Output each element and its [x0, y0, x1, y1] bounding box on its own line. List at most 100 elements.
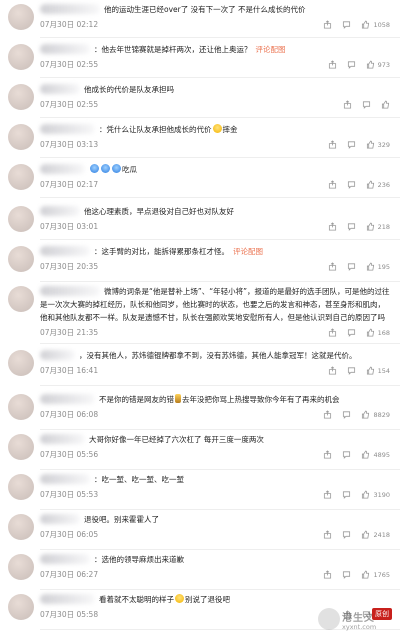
like-icon[interactable] [366, 180, 375, 189]
like-button[interactable]: 168 [366, 328, 390, 337]
like-button[interactable]: 236 [366, 180, 390, 189]
like-button[interactable]: 3190 [361, 490, 390, 499]
share-button[interactable] [343, 100, 352, 109]
comment-icon[interactable] [347, 222, 356, 231]
comment-icon[interactable] [347, 140, 356, 149]
avatar[interactable] [8, 434, 34, 460]
share-icon[interactable] [323, 490, 332, 499]
share-button[interactable] [323, 570, 332, 579]
like-icon[interactable] [361, 450, 370, 459]
avatar[interactable] [8, 44, 34, 70]
like-button[interactable]: 195 [366, 262, 390, 271]
comment-button[interactable] [347, 60, 356, 69]
like-button[interactable] [381, 100, 390, 109]
avatar[interactable] [8, 514, 34, 540]
comment-button[interactable] [347, 328, 356, 337]
comment-icon[interactable] [342, 410, 351, 419]
share-icon[interactable] [323, 530, 332, 539]
comment-button[interactable] [362, 100, 371, 109]
comment-icon[interactable] [347, 366, 356, 375]
like-button[interactable]: 329 [366, 140, 390, 149]
share-button[interactable] [328, 180, 337, 189]
comment-icon[interactable] [342, 450, 351, 459]
like-button[interactable]: 8829 [361, 410, 390, 419]
like-icon[interactable] [366, 60, 375, 69]
avatar[interactable] [8, 350, 34, 376]
share-button[interactable] [323, 410, 332, 419]
like-icon[interactable] [361, 410, 370, 419]
like-button[interactable]: 154 [366, 366, 390, 375]
avatar[interactable] [8, 4, 34, 30]
comment-button[interactable] [342, 450, 351, 459]
avatar[interactable] [8, 84, 34, 110]
comment-button[interactable] [347, 222, 356, 231]
avatar[interactable] [8, 164, 34, 190]
share-button[interactable] [328, 366, 337, 375]
share-icon[interactable] [323, 570, 332, 579]
comment-button[interactable] [342, 490, 351, 499]
avatar[interactable] [8, 286, 34, 312]
share-button[interactable] [328, 262, 337, 271]
share-button[interactable] [328, 60, 337, 69]
share-icon[interactable] [328, 328, 337, 337]
like-button[interactable]: 2418 [361, 530, 390, 539]
like-icon[interactable] [361, 570, 370, 579]
avatar[interactable] [8, 474, 34, 500]
comment-button[interactable] [347, 140, 356, 149]
like-button[interactable]: 1058 [361, 20, 390, 29]
share-icon[interactable] [323, 450, 332, 459]
like-icon[interactable] [366, 328, 375, 337]
share-button[interactable] [323, 450, 332, 459]
share-icon[interactable] [328, 180, 337, 189]
comment-button[interactable] [342, 20, 351, 29]
comment-icon[interactable] [347, 180, 356, 189]
share-icon[interactable] [323, 410, 332, 419]
comment-icon[interactable] [342, 570, 351, 579]
like-icon[interactable] [366, 366, 375, 375]
share-button[interactable] [323, 490, 332, 499]
share-button[interactable] [328, 222, 337, 231]
like-button[interactable]: 1765 [361, 570, 390, 579]
avatar[interactable] [8, 554, 34, 580]
like-icon[interactable] [361, 530, 370, 539]
avatar[interactable] [8, 394, 34, 420]
share-button[interactable] [323, 530, 332, 539]
like-icon[interactable] [361, 490, 370, 499]
comment-button[interactable] [347, 366, 356, 375]
comment-button[interactable] [342, 410, 351, 419]
share-icon[interactable] [343, 100, 352, 109]
comment-button[interactable] [342, 530, 351, 539]
comment-icon[interactable] [342, 530, 351, 539]
like-button[interactable]: 4895 [361, 450, 390, 459]
comment-icon[interactable] [347, 262, 356, 271]
avatar[interactable] [8, 206, 34, 232]
comment-icon[interactable] [362, 100, 371, 109]
like-icon[interactable] [381, 100, 390, 109]
share-button[interactable] [328, 328, 337, 337]
comment-icon[interactable] [342, 20, 351, 29]
image-link[interactable]: 评论配图 [256, 45, 286, 54]
image-link[interactable]: 评论配图 [233, 247, 263, 256]
like-icon[interactable] [361, 20, 370, 29]
comment-icon[interactable] [342, 490, 351, 499]
like-icon[interactable] [366, 262, 375, 271]
avatar[interactable] [8, 594, 34, 620]
comment-button[interactable] [347, 180, 356, 189]
share-icon[interactable] [328, 140, 337, 149]
comment-icon[interactable] [347, 328, 356, 337]
like-button[interactable]: 218 [366, 222, 390, 231]
comment-icon[interactable] [347, 60, 356, 69]
comment-button[interactable] [347, 262, 356, 271]
share-icon[interactable] [328, 262, 337, 271]
share-icon[interactable] [328, 60, 337, 69]
like-button[interactable]: 973 [366, 60, 390, 69]
share-icon[interactable] [328, 222, 337, 231]
avatar[interactable] [8, 124, 34, 150]
share-button[interactable] [328, 140, 337, 149]
share-icon[interactable] [328, 366, 337, 375]
avatar[interactable] [8, 246, 34, 272]
comment-button[interactable] [342, 570, 351, 579]
like-icon[interactable] [366, 140, 375, 149]
share-button[interactable] [323, 20, 332, 29]
share-icon[interactable] [323, 20, 332, 29]
